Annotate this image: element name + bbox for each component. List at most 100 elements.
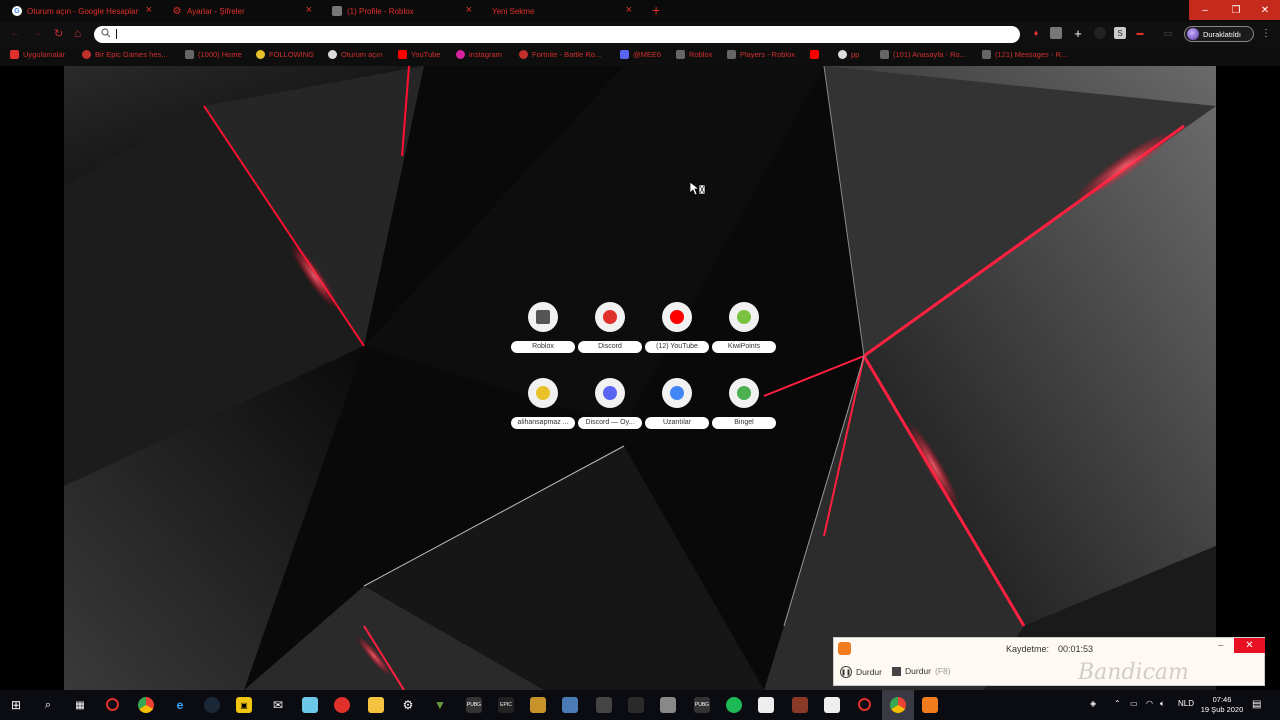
back-icon[interactable]: ← — [10, 27, 21, 39]
tab-google-accounts[interactable]: G Oturum açın - Google Hesapları × — [0, 0, 158, 22]
roblox-icon — [528, 302, 558, 332]
tab-roblox-profile[interactable]: (1) Profile - Roblox × — [320, 0, 478, 22]
roblox-icon[interactable] — [660, 697, 676, 713]
restore-button[interactable]: ❐ — [1220, 0, 1252, 20]
mail-icon[interactable]: ✉ — [270, 697, 286, 713]
s-extension-icon[interactable]: S — [1114, 27, 1126, 39]
recorder-minimize-button[interactable]: – — [1218, 640, 1224, 651]
search-icon[interactable]: ⌕ — [40, 697, 56, 713]
store-icon[interactable]: ▣ — [236, 697, 252, 713]
document-icon[interactable] — [758, 697, 774, 713]
chevron-up-icon[interactable]: ⌃ — [1114, 699, 1121, 708]
bookmark-item[interactable]: instagram — [456, 50, 502, 59]
chrome-icon[interactable] — [890, 697, 906, 713]
profile-button[interactable]: Duraklatıldı — [1184, 26, 1254, 42]
pause-label: Durdur — [856, 667, 882, 677]
document-icon[interactable] — [824, 697, 840, 713]
bookmark-label: (101) Anasayfa - Ro... — [893, 50, 966, 59]
shortcut-tile[interactable]: Discord — Oy... — [578, 378, 642, 436]
shortcut-tile[interactable]: Discord — [578, 302, 642, 360]
bandicam-icon[interactable] — [922, 697, 938, 713]
epic-icon[interactable]: EPIC — [498, 697, 514, 713]
shortcut-tile[interactable]: alihansapmaz ... — [511, 378, 575, 436]
stop-button[interactable]: Durdur (F8) — [892, 666, 951, 676]
discord-icon — [595, 302, 625, 332]
bookmark-star-icon[interactable]: ♦ — [1030, 27, 1042, 39]
bookmark-item[interactable]: (1000) Home — [185, 50, 242, 59]
close-icon[interactable]: × — [306, 4, 312, 16]
wifi-icon[interactable]: ◠ — [1146, 699, 1153, 708]
opera-icon[interactable] — [106, 698, 119, 711]
winrar-icon[interactable] — [792, 697, 808, 713]
app-icon[interactable] — [302, 697, 318, 713]
app-icon[interactable]: ▼ — [432, 697, 448, 713]
youtube-icon — [398, 50, 407, 59]
bookmark-item[interactable]: @MEE6 — [620, 50, 661, 59]
shortcut-tile[interactable]: Roblox — [511, 302, 575, 360]
volume-icon[interactable]: 🔈︎ — [1160, 699, 1165, 709]
search-icon — [101, 28, 111, 38]
bookmark-item[interactable]: FOLLOWING — [256, 50, 314, 59]
new-tab-button[interactable]: + — [652, 2, 660, 18]
pause-button[interactable]: ❚❚ Durdur — [840, 666, 882, 678]
address-input[interactable] — [114, 28, 994, 40]
recorder-close-button[interactable]: ✕ — [1234, 638, 1265, 653]
bookmark-item[interactable]: Bir Epic Games hes... — [82, 50, 168, 59]
bookmark-item[interactable]: Oturum açın — [328, 50, 382, 59]
bookmark-item[interactable]: (101) Anasayfa - Ro... — [880, 50, 966, 59]
home-icon[interactable]: ⌂ — [74, 26, 81, 40]
pubg-lite-icon[interactable]: PUBG — [694, 697, 710, 713]
app-icon[interactable] — [596, 697, 612, 713]
edge-icon[interactable]: e — [172, 697, 188, 713]
opera-icon[interactable] — [858, 698, 871, 711]
bookmark-item[interactable]: YouTube — [398, 50, 440, 59]
menu-icon[interactable]: ⋮ — [1260, 27, 1272, 39]
notifications-icon[interactable]: ▤ — [1252, 699, 1261, 710]
extension-icon[interactable] — [1094, 27, 1106, 39]
shortcut-tile[interactable]: KiwiPoints — [712, 302, 776, 360]
bookmark-item[interactable]: (121) Messages - R... — [982, 50, 1067, 59]
add-icon[interactable]: + — [1072, 26, 1084, 41]
cursor-icon — [690, 182, 706, 196]
tab-settings-passwords[interactable]: ⚙ Ayarlar - Şifreler × — [160, 0, 318, 22]
extension-icon[interactable] — [1050, 27, 1062, 39]
app-icon[interactable] — [334, 697, 350, 713]
file-explorer-icon[interactable] — [368, 697, 384, 713]
minimize-button[interactable]: – — [1189, 0, 1221, 20]
profile-status: Duraklatıldı — [1203, 29, 1241, 39]
extension-icon[interactable]: ▬ — [1134, 27, 1146, 39]
app-icon[interactable] — [628, 697, 644, 713]
task-view-icon[interactable]: ▦ — [72, 697, 88, 713]
settings-icon[interactable]: ⚙ — [400, 697, 416, 713]
pubg-icon[interactable]: PUBG — [466, 697, 482, 713]
spotify-icon[interactable] — [726, 697, 742, 713]
shortcut-label: Uzantılar — [645, 417, 709, 429]
cast-icon[interactable]: ▭ — [1162, 27, 1174, 39]
close-icon[interactable]: × — [146, 4, 152, 16]
bookmark-item[interactable]: Uygulamalar — [10, 50, 65, 59]
bookmark-item[interactable]: Fortnite - Battle Ro... — [519, 50, 601, 59]
app-icon[interactable] — [562, 697, 578, 713]
start-icon[interactable]: ⊞ — [8, 697, 24, 713]
bookmark-item[interactable]: pp — [838, 50, 859, 59]
language-indicator[interactable]: NLD — [1178, 699, 1194, 708]
bookmark-item[interactable] — [810, 50, 823, 59]
app-icon[interactable] — [530, 697, 546, 713]
app-tray-icon[interactable]: ◈ — [1090, 699, 1096, 708]
address-bar[interactable] — [94, 26, 1020, 43]
chrome-icon[interactable] — [138, 697, 154, 713]
shortcut-tile[interactable]: (12) YouTube — [645, 302, 709, 360]
close-icon[interactable]: × — [466, 4, 472, 16]
close-icon[interactable]: × — [626, 4, 632, 16]
bookmark-item[interactable]: Roblox — [676, 50, 712, 59]
steam-icon[interactable] — [204, 697, 220, 713]
battery-icon[interactable]: ▭ — [1130, 699, 1138, 708]
close-window-button[interactable]: ✕ — [1250, 0, 1280, 20]
tab-new-tab[interactable]: Yeni Sekme × — [480, 0, 638, 22]
system-clock[interactable]: 07:46 19 Şub 2020 — [1198, 695, 1246, 715]
bookmark-item[interactable]: Players - Roblox — [727, 50, 795, 59]
shortcut-tile[interactable]: Uzantılar — [645, 378, 709, 436]
forward-icon[interactable]: → — [32, 27, 43, 39]
reload-icon[interactable]: ↻ — [54, 27, 63, 40]
shortcut-tile[interactable]: Bingel — [712, 378, 776, 436]
